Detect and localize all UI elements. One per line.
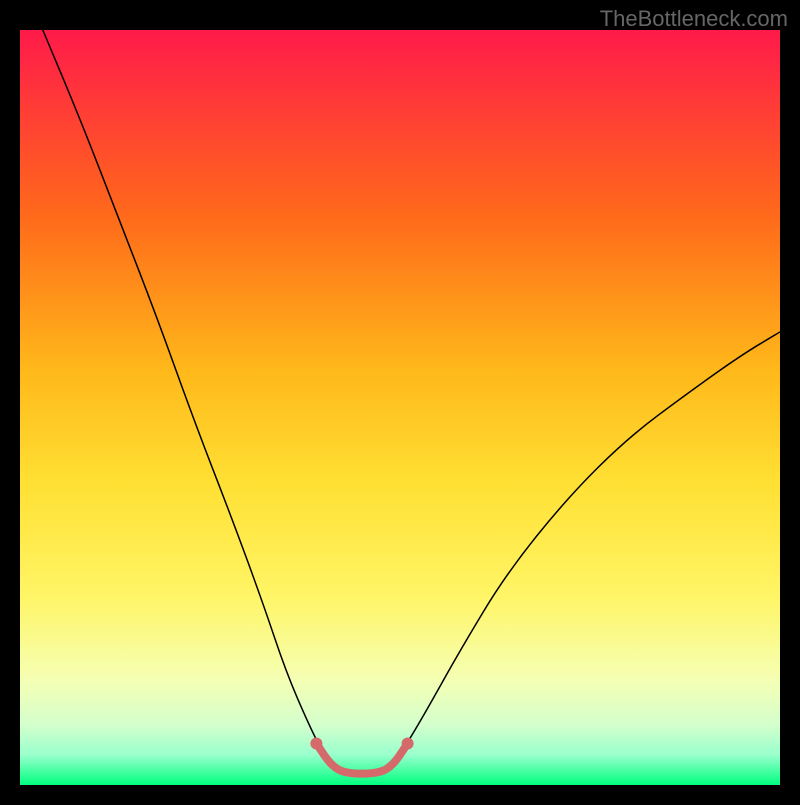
- gradient-background: [20, 30, 780, 785]
- valley-endpoint: [310, 737, 322, 749]
- chart-svg: [0, 0, 800, 800]
- watermark-text: TheBottleneck.com: [600, 6, 788, 32]
- valley-endpoint: [402, 737, 414, 749]
- bottleneck-chart: [0, 0, 800, 800]
